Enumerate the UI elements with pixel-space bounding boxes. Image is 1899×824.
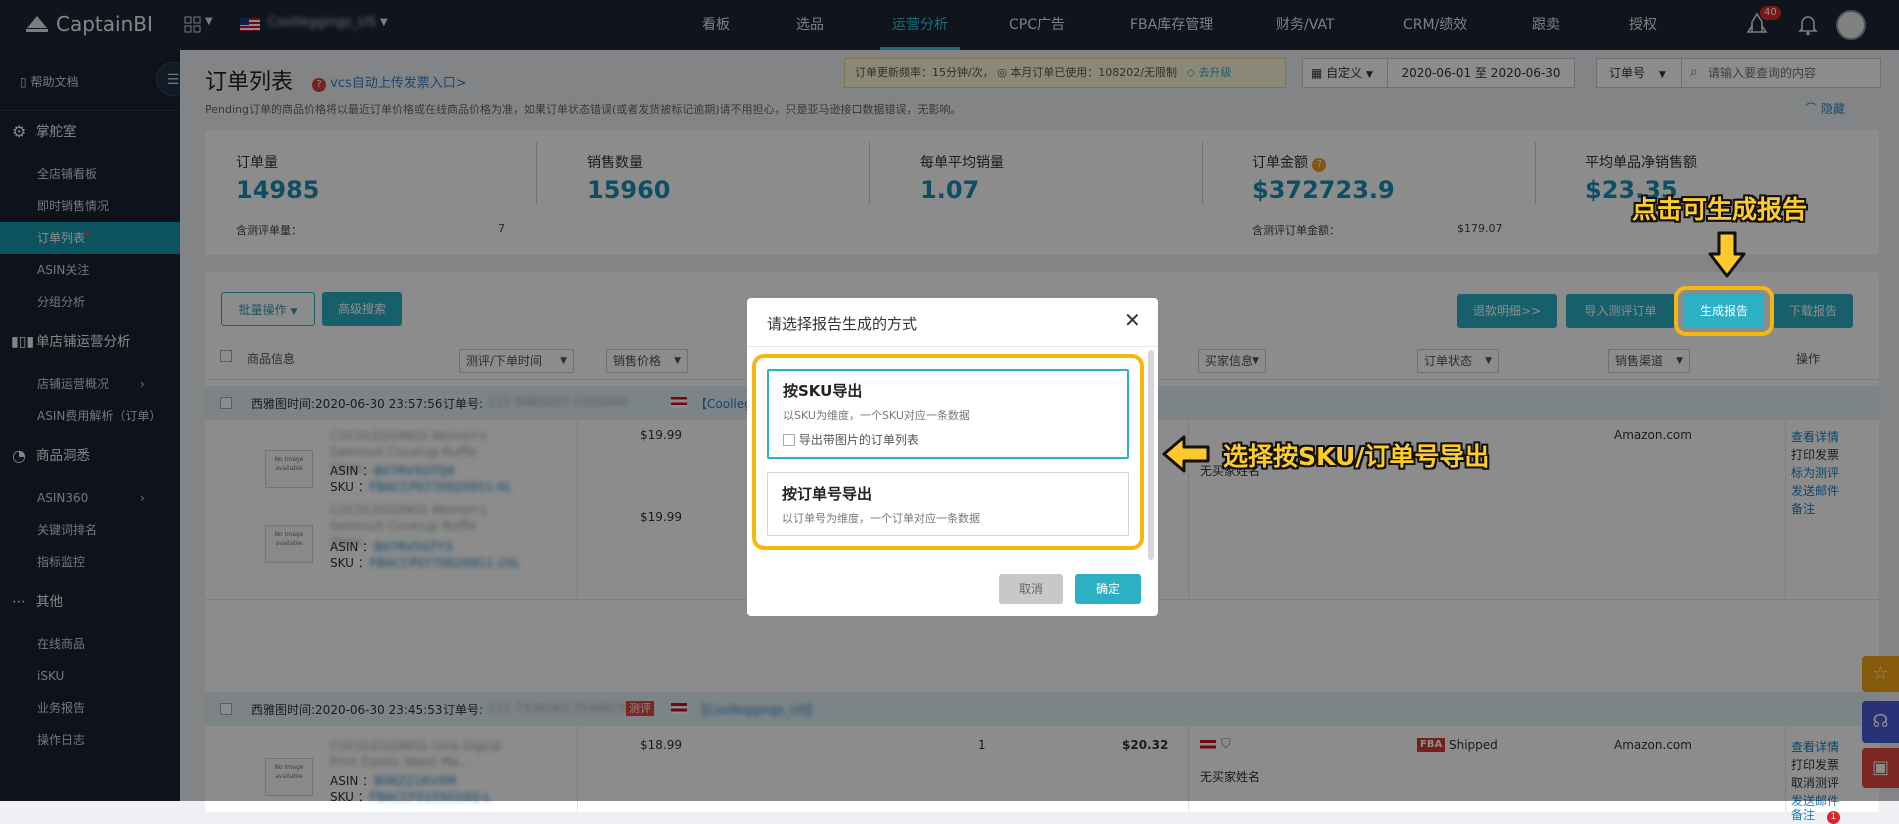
report-dialog: 请选择报告生成的方式 ✕ 按SKU导出 以SKU为维度，一个SKU对应一条数据 …: [747, 298, 1158, 616]
dialog-title: 请选择报告生成的方式: [767, 315, 918, 333]
confirm-button[interactable]: 确定: [1075, 574, 1141, 604]
arrow-left-icon: [1162, 435, 1210, 473]
callout-generate-report: 点击可生成报告: [1632, 195, 1808, 224]
cancel-button[interactable]: 取消: [999, 574, 1063, 604]
callout-select-export: 选择按SKU/订单号导出: [1223, 442, 1490, 471]
generate-report-highlight: [1674, 286, 1774, 336]
dialog-scrollbar[interactable]: [1148, 350, 1154, 560]
arrow-down-icon: [1708, 231, 1746, 278]
close-icon[interactable]: ✕: [1124, 308, 1141, 332]
export-options-highlight: [752, 354, 1144, 550]
remark-count-badge: 1: [1826, 811, 1840, 824]
dialog-divider: [747, 346, 1158, 347]
action-remark[interactable]: 备注 1: [1791, 806, 1840, 824]
